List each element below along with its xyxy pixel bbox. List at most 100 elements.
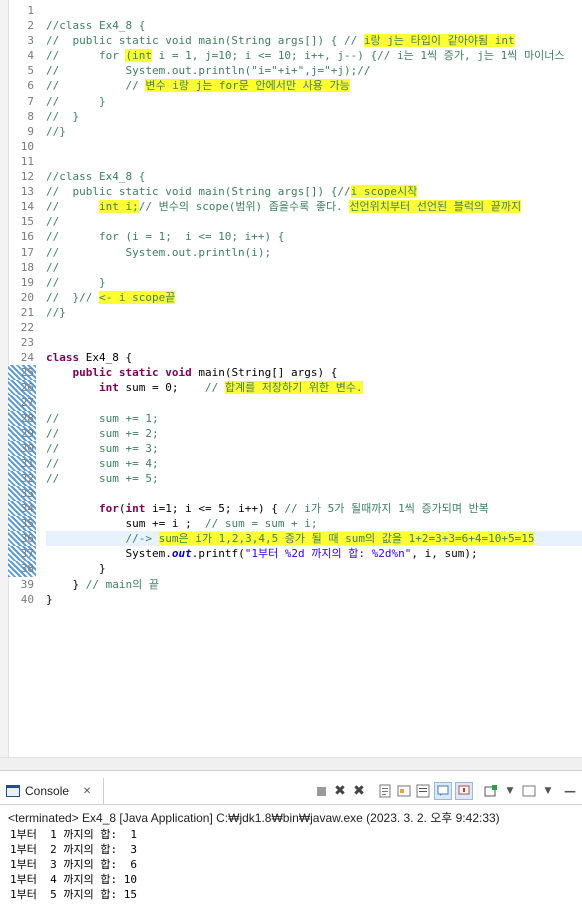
code-line[interactable] xyxy=(46,154,582,169)
code-line[interactable] xyxy=(46,139,582,154)
code-line[interactable]: // for (int i = 1, j=10; i <= 10; i++, j… xyxy=(46,48,582,63)
code-text: i=1; i <= 5; i++) { xyxy=(145,502,285,516)
console-output[interactable]: 1부터 1 까지의 합: 1 1부터 2 까지의 합: 3 1부터 3 까지의 … xyxy=(0,827,582,902)
highlighted-comment: i scope시작 xyxy=(350,185,418,199)
code-line[interactable]: int sum = 0; // 합계를 저장하기 위한 변수. xyxy=(46,380,582,395)
current-code-line[interactable]: //-> sum은 i가 1,2,3,4,5 증가 될 때 sum의 값을 1+… xyxy=(46,531,582,547)
line-number: 40 xyxy=(20,592,34,606)
code-line[interactable]: class Ex4_8 { xyxy=(46,350,582,365)
comment: // sum = sum + i; xyxy=(204,517,318,531)
code-line[interactable]: // sum += 3; xyxy=(46,441,582,456)
code-editor[interactable]: 1 2 3 4 5 6 7 8 9 10 11 12 13 14 15 16 1… xyxy=(0,0,582,771)
code-line[interactable] xyxy=(46,335,582,350)
code-text: , i, sum); xyxy=(411,547,478,561)
line-number-changed: 27 xyxy=(8,395,36,411)
code-line[interactable]: // // 변수 i랑 j는 for문 안에서만 사용 가능 xyxy=(46,78,582,93)
scroll-lock-icon[interactable] xyxy=(377,783,393,799)
line-number-changed: 25 xyxy=(8,365,36,381)
comment: i = 1, j=10; i <= 10; i++, j--) {// i는 1… xyxy=(151,49,565,63)
display-menu-icon[interactable]: ▼ xyxy=(502,783,518,799)
code-line[interactable]: } xyxy=(46,561,582,576)
line-number-changed: 26 xyxy=(8,380,36,396)
comment: // }// xyxy=(46,290,99,304)
display-selected-icon[interactable] xyxy=(415,783,431,799)
keyword: public static void xyxy=(72,366,192,380)
code-line[interactable]: } xyxy=(46,592,582,607)
code-line[interactable]: //} xyxy=(46,305,582,320)
line-number: 21 xyxy=(20,305,34,319)
code-line[interactable]: sum += i ; // sum = sum + i; xyxy=(46,516,582,531)
line-number-changed: 38 xyxy=(8,561,36,577)
line-number-changed: 31 xyxy=(8,455,36,471)
code-line[interactable]: //class Ex4_8 { xyxy=(46,169,582,184)
console-menu-icon[interactable] xyxy=(521,783,537,799)
comment: //} xyxy=(46,124,66,138)
code-text: } xyxy=(98,562,106,576)
keyword: class xyxy=(46,351,80,365)
view-menu-icon[interactable]: ▼ xyxy=(540,783,556,799)
code-line[interactable]: // sum += 5; xyxy=(46,471,582,486)
line-number: 16 xyxy=(20,230,34,244)
code-line[interactable]: //class Ex4_8 { xyxy=(46,18,582,33)
comment: //class Ex4_8 { xyxy=(46,170,146,184)
code-line[interactable]: // xyxy=(46,260,582,275)
code-line[interactable]: } // main의 끝 xyxy=(46,577,582,592)
line-number-changed: 32 xyxy=(8,470,36,486)
comment: // } xyxy=(46,275,106,289)
pin-console-icon[interactable] xyxy=(396,783,412,799)
close-icon[interactable]: ✕ xyxy=(79,783,95,799)
open-console-icon[interactable] xyxy=(483,783,499,799)
highlighted-comment: sum은 i가 1,2,3,4,5 증가 될 때 sum의 값을 1+2=3+3… xyxy=(158,532,535,546)
comment: // public static void main(String args[]… xyxy=(46,34,364,48)
code-line[interactable]: // } xyxy=(46,109,582,124)
launch-status: <terminated> Ex4_8 [Java Application] C:… xyxy=(8,811,500,825)
code-line[interactable] xyxy=(46,486,582,501)
remove-launches-icon[interactable]: ✖ xyxy=(332,783,348,799)
highlighted-comment: i랑 j는 타입이 같아야됨 int xyxy=(363,34,515,48)
code-line[interactable]: // public static void main(String args[]… xyxy=(46,184,582,199)
code-line[interactable]: //} xyxy=(46,124,582,139)
code-line[interactable]: // System.out.println(i); xyxy=(46,245,582,260)
comment: // sum += 5; xyxy=(46,471,159,485)
clear-console-icon[interactable]: ✖ xyxy=(351,783,367,799)
tab-console[interactable]: Console ✕ xyxy=(0,778,105,804)
comment: // // xyxy=(46,79,146,93)
code-line[interactable]: // for (i = 1; i <= 10; i++) { xyxy=(46,229,582,244)
code-text: .printf( xyxy=(191,547,245,561)
code-lines[interactable]: //class Ex4_8 { // public static void ma… xyxy=(46,3,582,607)
show-on-output-icon[interactable] xyxy=(434,782,452,800)
code-line[interactable]: for(int i=1; i <= 5; i++) { // i가 5가 될때까… xyxy=(46,501,582,516)
line-number: 19 xyxy=(20,275,34,289)
code-line[interactable] xyxy=(46,3,582,18)
code-line[interactable]: // sum += 4; xyxy=(46,456,582,471)
code-line[interactable]: System.out.printf("1부터 %2d 까지의 합: %2d%n"… xyxy=(46,546,582,561)
line-number: 24 xyxy=(20,351,34,365)
code-line[interactable]: // System.out.println("i="+i+",j="+j);// xyxy=(46,63,582,78)
horizontal-scrollbar[interactable] xyxy=(0,757,582,770)
code-line[interactable]: // sum += 1; xyxy=(46,411,582,426)
code-line[interactable]: // public static void main(String args[]… xyxy=(46,33,582,48)
code-line[interactable]: // } xyxy=(46,94,582,109)
minimize-icon[interactable]: — xyxy=(562,783,578,799)
comment: // } xyxy=(46,109,80,123)
code-line[interactable]: // }// <- i scope끝 xyxy=(46,290,582,305)
comment: // } xyxy=(46,94,106,108)
comment: // sum += 4; xyxy=(46,456,159,470)
show-on-error-icon[interactable] xyxy=(455,782,473,800)
keyword: int xyxy=(98,381,119,395)
line-number: 15 xyxy=(20,215,34,229)
code-line[interactable] xyxy=(46,320,582,335)
output-line: 1부터 5 까지의 합: 15 xyxy=(10,888,137,901)
code-line[interactable]: // } xyxy=(46,275,582,290)
code-line[interactable] xyxy=(46,395,582,410)
line-number: 20 xyxy=(20,290,34,304)
line-number-changed: 34 xyxy=(8,501,36,517)
code-line[interactable]: public static void main(String[] args) { xyxy=(46,365,582,380)
terminate-icon[interactable] xyxy=(313,783,329,799)
code-line[interactable]: // int i;// 변수의 scope(범위) 좁을수록 좋다. 선언위치부… xyxy=(46,199,582,214)
code-line[interactable]: // sum += 2; xyxy=(46,426,582,441)
comment: // for (i = 1; i <= 10; i++) { xyxy=(46,230,285,244)
code-line[interactable]: // xyxy=(46,214,582,229)
code-text: main(String[] args) { xyxy=(191,366,338,380)
comment: // xyxy=(46,215,60,229)
